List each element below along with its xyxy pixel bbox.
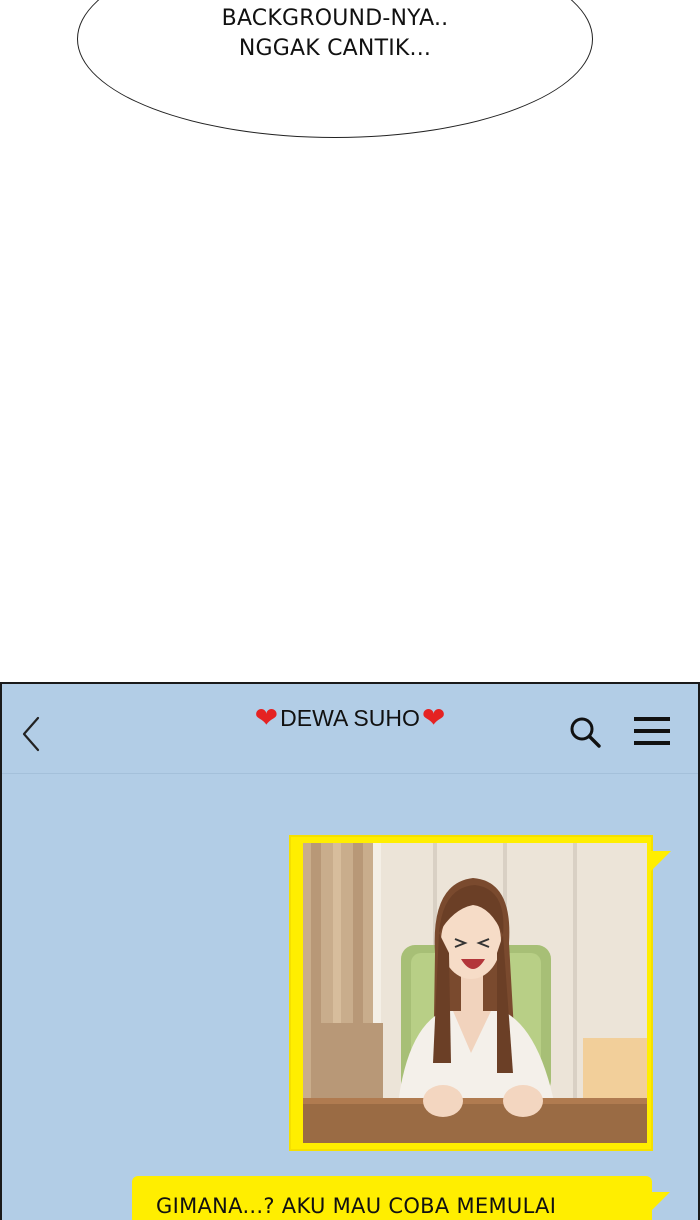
speech-line-2: NGGAK CANTIK... [238, 36, 432, 61]
speech-line-1: BACKGROUND-NYA.. [221, 6, 449, 31]
chat-photo [303, 843, 647, 1143]
red-heart-icon: ❤ [421, 702, 446, 733]
menu-button[interactable] [632, 715, 672, 747]
chat-title-text: DEWA SUHO [280, 704, 420, 731]
chat-screen: ❤ DEWA SUHO ❤ GIMANA...? AKU MAU COBA ME… [0, 682, 700, 1220]
red-heart-icon: ❤ [254, 702, 279, 733]
photo-illustration [303, 843, 647, 1143]
message-text: GIMANA...? AKU MAU COBA MEMULAI [156, 1194, 557, 1218]
search-button[interactable] [568, 715, 602, 751]
search-icon [570, 717, 601, 748]
speech-bubble-text: BACKGROUND-NYA.. NGGAK CANTIK... [77, 4, 593, 64]
image-bubble-tail [651, 851, 671, 871]
text-bubble-tail [650, 1192, 670, 1212]
chat-header: ❤ DEWA SUHO ❤ [2, 684, 698, 774]
text-message-bubble[interactable]: GIMANA...? AKU MAU COBA MEMULAI [132, 1176, 652, 1220]
hamburger-menu-icon [634, 717, 670, 745]
image-message-bubble[interactable] [289, 835, 653, 1151]
